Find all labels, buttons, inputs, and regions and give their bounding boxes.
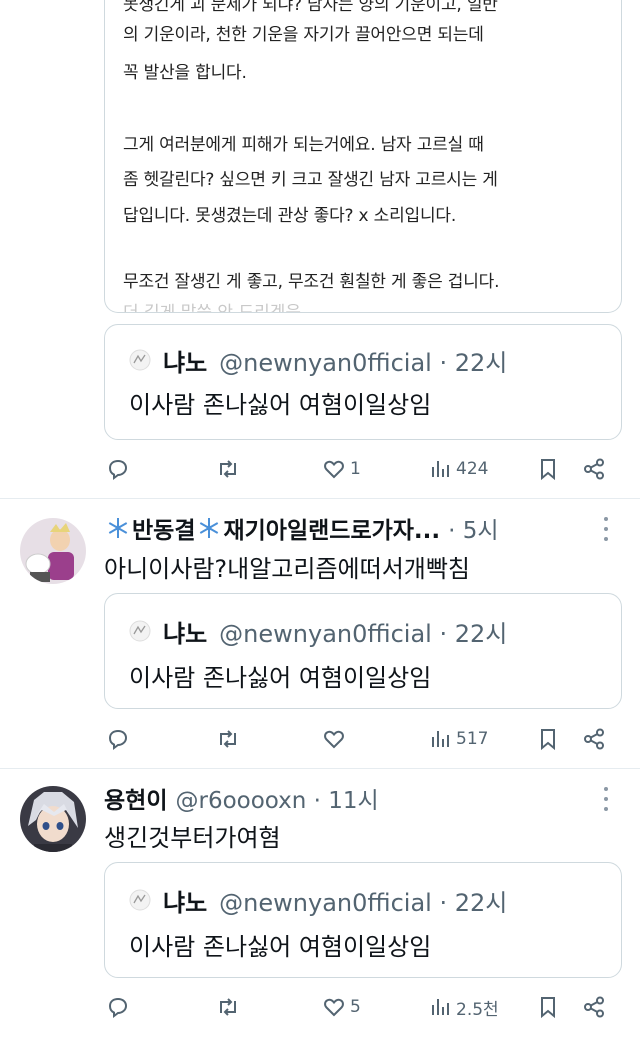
views-button[interactable]: 424	[428, 454, 488, 484]
tweet-actions: 517	[104, 724, 614, 754]
avatar[interactable]	[20, 786, 86, 852]
quoted-avatar-icon	[129, 349, 151, 371]
retweet-button[interactable]	[216, 724, 244, 754]
quoted-tweet[interactable]: 냐노 @newnyan0fficial · 22시 이사람 존나싫어 여혐이일상…	[104, 862, 622, 978]
like-icon	[324, 460, 344, 479]
author-handle-time: · 5시	[448, 518, 499, 544]
views-count: 517	[456, 729, 489, 749]
avatar[interactable]	[20, 518, 86, 584]
views-icon	[432, 999, 449, 1015]
quoted-tweet-text: 이사람 존나싫어 여혐이일상임	[129, 391, 432, 419]
share-button[interactable]	[582, 724, 606, 754]
reply-button[interactable]	[106, 724, 134, 754]
retweet-icon	[220, 730, 236, 748]
quoted-image-line: 무조건 잘생긴 게 좋고, 무조건 훤칠한 게 좋은 겁니다.	[123, 272, 500, 292]
quoted-tweet-header: 냐노 @newnyan0fficial · 22시	[129, 885, 508, 917]
more-icon[interactable]	[596, 787, 616, 811]
author-name[interactable]: 반동결	[132, 511, 195, 545]
quoted-tweet-header: 냐노 @newnyan0fficial · 22시	[129, 345, 508, 377]
retweet-icon	[220, 460, 236, 478]
views-count: 2.5천	[456, 999, 499, 1020]
retweet-icon	[220, 998, 236, 1016]
snowflake-icon	[200, 518, 219, 538]
share-button[interactable]	[582, 454, 606, 484]
share-icon	[584, 458, 604, 480]
bookmark-button[interactable]	[536, 992, 560, 1022]
bookmark-icon	[541, 459, 555, 481]
quoted-tweet-text: 이사람 존나싫어 여혐이일상임	[129, 664, 432, 692]
quoted-image-line: 의 기운이라, 천한 기운을 자기가 끌어안으면 되는데	[123, 25, 484, 45]
reply-button[interactable]	[106, 992, 134, 1022]
like-icon	[324, 730, 344, 749]
quoted-image-faded-line: 더 길게 말씀 안 드리겠음	[123, 303, 302, 313]
quoted-tweet-image[interactable]: 못생긴게 괴 문제가 되냐? 남자는 양의 기운이고, 일반 의 기운이라, 천…	[104, 0, 622, 313]
quoted-avatar-icon	[129, 620, 151, 642]
tweet-header: 반동결 재기아일랜드로가자... · 5시	[104, 511, 499, 545]
tweet-actions: 1 424	[104, 454, 614, 484]
like-icon	[324, 998, 344, 1017]
bookmark-icon	[541, 729, 555, 751]
views-icon	[432, 461, 449, 477]
more-icon[interactable]	[596, 517, 616, 541]
reply-icon	[108, 997, 128, 1018]
quoted-tweet[interactable]: 냐노 @newnyan0fficial · 22시 이사람 존나싫어 여혐이일상…	[104, 324, 622, 440]
views-button[interactable]: 517	[428, 724, 488, 754]
quoted-tweet[interactable]: 냐노 @newnyan0fficial · 22시 이사람 존나싫어 여혐이일상…	[104, 593, 622, 709]
quoted-author-handle: @newnyan0fficial · 22시	[219, 619, 508, 648]
quoted-image-line: 그게 여러분에게 피해가 되는거에요. 남자 고르실 때	[123, 135, 484, 155]
quoted-author-name: 냐노	[163, 888, 208, 917]
quoted-tweet-header: 냐노 @newnyan0fficial · 22시	[129, 616, 508, 648]
like-button[interactable]: 1	[322, 454, 361, 484]
author-handle-time: @r6ooooxn · 11시	[175, 788, 379, 814]
quoted-author-handle: @newnyan0fficial · 22시	[219, 348, 508, 377]
views-button[interactable]: 2.5천	[428, 992, 499, 1022]
views-icon	[432, 731, 449, 747]
quoted-image-line: 좀 헷갈린다? 싶으면 키 크고 잘생긴 남자 고르시는 게	[123, 170, 498, 190]
quoted-author-handle: @newnyan0fficial · 22시	[219, 888, 508, 917]
share-icon	[584, 996, 604, 1018]
retweet-button[interactable]	[216, 992, 244, 1022]
tweet-text: 생긴것부터가여혐	[104, 824, 281, 852]
views-count: 424	[456, 459, 489, 479]
share-icon	[584, 728, 604, 750]
avatar-image-icon	[20, 786, 86, 852]
quoted-image-line: 못생긴게 괴 문제가 되냐? 남자는 양의 기운이고, 일반	[123, 0, 498, 15]
divider	[0, 498, 640, 499]
retweet-button[interactable]	[216, 454, 244, 484]
quoted-avatar-icon	[129, 889, 151, 911]
like-count: 5	[350, 997, 361, 1017]
reply-icon	[108, 729, 128, 750]
reply-icon	[108, 459, 128, 480]
quoted-image-line: 답입니다. 못생겼는데 관상 좋다? x 소리입니다.	[123, 206, 457, 226]
share-button[interactable]	[582, 992, 606, 1022]
avatar-image-icon	[20, 518, 86, 584]
tweet-text: 아니이사람?내알고리즘에떠서개빡침	[104, 555, 471, 583]
tweet-actions: 5 2.5천	[104, 992, 614, 1022]
snowflake-icon	[108, 518, 128, 538]
divider	[0, 768, 640, 769]
quoted-author-name: 냐노	[163, 348, 208, 377]
author-name-suffix[interactable]: 재기아일랜드로가자...	[223, 511, 440, 545]
tweet-header: 용현이 @r6ooooxn · 11시	[104, 781, 379, 815]
bookmark-button[interactable]	[536, 454, 560, 484]
quoted-tweet-text: 이사람 존나싫어 여혐이일상임	[129, 933, 432, 961]
bookmark-button[interactable]	[536, 724, 560, 754]
like-button[interactable]: 5	[322, 992, 361, 1022]
quoted-image-line: 꼭 발산을 합니다.	[123, 63, 247, 83]
quoted-author-name: 냐노	[163, 619, 208, 648]
like-count: 1	[350, 459, 361, 479]
reply-button[interactable]	[106, 454, 134, 484]
like-button[interactable]	[322, 724, 350, 754]
author-name[interactable]: 용현이	[104, 781, 167, 815]
bookmark-icon	[541, 997, 555, 1019]
